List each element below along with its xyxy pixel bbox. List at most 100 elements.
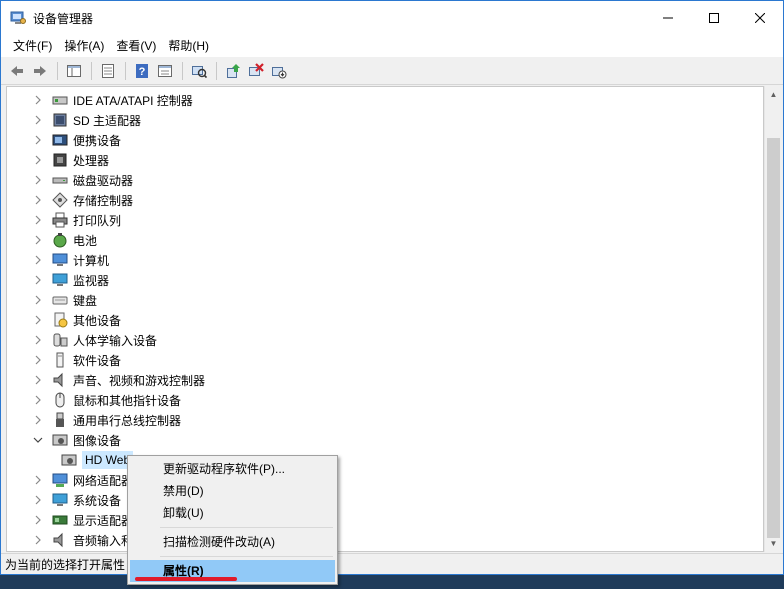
back-arrow-icon (11, 65, 23, 76)
uninstall-device-icon (249, 62, 264, 76)
tree-item[interactable]: 显示适配器 (32, 510, 133, 530)
tree-item[interactable]: 系统设备 (32, 490, 121, 510)
show-hide-console-tree-icon (67, 64, 81, 77)
tree-item-label: 其他设备 (73, 313, 122, 328)
software-device-icon (52, 352, 68, 368)
usb-icon (52, 412, 68, 428)
ctx-scan-hardware[interactable]: 扫描检测硬件改动(A) (130, 531, 335, 553)
tree-item[interactable]: 声音、视频和游戏控制器 (32, 370, 205, 390)
scroll-down-arrow[interactable]: ▼ (765, 535, 782, 552)
tree-item[interactable]: 处理器 (32, 150, 109, 170)
tree-item[interactable]: 音频输入和 (32, 530, 133, 550)
view-button[interactable] (154, 60, 176, 82)
tree-item-label: 打印队列 (73, 213, 122, 228)
imaging-device-icon (52, 432, 68, 448)
tree-item-label: 显示适配器 (73, 513, 134, 528)
ide-controller-icon (52, 92, 68, 108)
tree-item-label: 系统设备 (73, 493, 122, 508)
tree-item[interactable]: 磁盘驱动器 (32, 170, 133, 190)
tree-item[interactable]: 便携设备 (32, 130, 121, 150)
keyboard-icon (52, 292, 68, 308)
expand-chevron-right-icon[interactable] (32, 310, 44, 330)
tree-item[interactable]: 通用串行总线控制器 (32, 410, 181, 430)
maximize-button[interactable] (691, 1, 737, 35)
expand-chevron-right-icon[interactable] (32, 290, 44, 310)
expand-chevron-right-icon[interactable] (32, 230, 44, 250)
menu-view[interactable]: 查看(V) (110, 35, 162, 57)
forward-button[interactable] (29, 60, 51, 82)
toolbar-separator (57, 61, 58, 80)
network-adapter-icon (52, 472, 68, 488)
expand-chevron-right-icon[interactable] (32, 390, 44, 410)
scrollbar-thumb[interactable] (767, 138, 780, 538)
scan-hardware-button[interactable] (188, 60, 210, 82)
tree-item[interactable]: 鼠标和其他指针设备 (32, 390, 181, 410)
tree-item[interactable]: 软件设备 (32, 350, 121, 370)
taskbar-strip (0, 575, 784, 589)
ctx-separator (160, 556, 333, 557)
tree-item-label: 便携设备 (73, 133, 122, 148)
show-hide-tree-button[interactable] (63, 60, 85, 82)
expand-chevron-right-icon[interactable] (32, 530, 44, 550)
update-driver-button[interactable] (222, 60, 244, 82)
menu-bar: 文件(F) 操作(A) 查看(V) 帮助(H) (1, 35, 783, 57)
view-icon (158, 64, 172, 77)
expand-chevron-right-icon[interactable] (32, 130, 44, 150)
tree-item-label: 监视器 (73, 273, 110, 288)
expand-chevron-right-icon[interactable] (32, 370, 44, 390)
toolbar-separator (125, 61, 126, 80)
tree-item[interactable]: 存储控制器 (32, 190, 133, 210)
svg-text:?: ? (139, 66, 146, 78)
tree-item-label: 图像设备 (73, 433, 122, 448)
uninstall-device-button[interactable] (245, 60, 267, 82)
expand-chevron-right-icon[interactable] (32, 90, 44, 110)
tree-item[interactable]: IDE ATA/ATAPI 控制器 (32, 90, 193, 110)
tree-item[interactable]: 键盘 (32, 290, 97, 310)
properties-button[interactable] (97, 60, 119, 82)
tree-item-label: HD Web (82, 451, 134, 469)
menu-file[interactable]: 文件(F) (7, 35, 58, 57)
minimize-button[interactable] (645, 1, 691, 35)
help-button[interactable]: ? (131, 60, 153, 82)
scroll-up-arrow[interactable]: ▲ (765, 86, 782, 103)
ctx-separator (160, 527, 333, 528)
expand-chevron-right-icon[interactable] (32, 350, 44, 370)
menu-help[interactable]: 帮助(H) (162, 35, 215, 57)
expand-chevron-right-icon[interactable] (32, 490, 44, 510)
tree-item[interactable]: 网络适配器 (32, 470, 133, 490)
help-icon: ? (136, 63, 148, 78)
expand-chevron-right-icon[interactable] (32, 250, 44, 270)
tree-item[interactable]: 人体学输入设备 (32, 330, 157, 350)
tree-item[interactable]: 其他设备 (32, 310, 121, 330)
device-tree[interactable]: IDE ATA/ATAPI 控制器 SD 主适配器便携设备处理器 磁盘驱动器 存储控制… (6, 86, 764, 552)
ctx-disable[interactable]: 禁用(D) (130, 480, 335, 502)
expand-chevron-right-icon[interactable] (32, 150, 44, 170)
expand-chevron-right-icon[interactable] (32, 470, 44, 490)
expand-chevron-right-icon[interactable] (32, 110, 44, 130)
expand-chevron-right-icon[interactable] (32, 170, 44, 190)
tree-item[interactable]: 打印队列 (32, 210, 121, 230)
menu-action[interactable]: 操作(A) (58, 35, 110, 57)
title-bar[interactable]: 设备管理器 (1, 1, 783, 35)
close-button[interactable] (737, 1, 783, 35)
expand-chevron-right-icon[interactable] (32, 270, 44, 290)
expand-chevron-right-icon[interactable] (32, 330, 44, 350)
tree-item-label: 音频输入和 (73, 533, 134, 548)
tree-item[interactable]: 监视器 (32, 270, 109, 290)
ctx-uninstall[interactable]: 卸载(U) (130, 502, 335, 524)
disable-device-button[interactable] (268, 60, 290, 82)
vertical-scrollbar[interactable]: ▲ ▼ (764, 86, 781, 552)
tree-item[interactable]: HD Web (53, 450, 134, 470)
expand-chevron-right-icon[interactable] (32, 510, 44, 530)
expand-chevron-right-icon[interactable] (32, 410, 44, 430)
expand-chevron-right-icon[interactable] (32, 210, 44, 230)
tree-item[interactable]: 图像设备 (32, 430, 121, 450)
expand-chevron-down-icon[interactable] (32, 430, 44, 450)
tree-item[interactable]: 计算机 (32, 250, 109, 270)
forward-arrow-icon (34, 65, 46, 76)
ctx-update-driver[interactable]: 更新驱动程序软件(P)... (130, 458, 335, 480)
tree-item[interactable]: SD 主适配器 (32, 110, 141, 130)
back-button[interactable] (6, 60, 28, 82)
expand-chevron-right-icon[interactable] (32, 190, 44, 210)
tree-item[interactable]: 电池 (32, 230, 97, 250)
